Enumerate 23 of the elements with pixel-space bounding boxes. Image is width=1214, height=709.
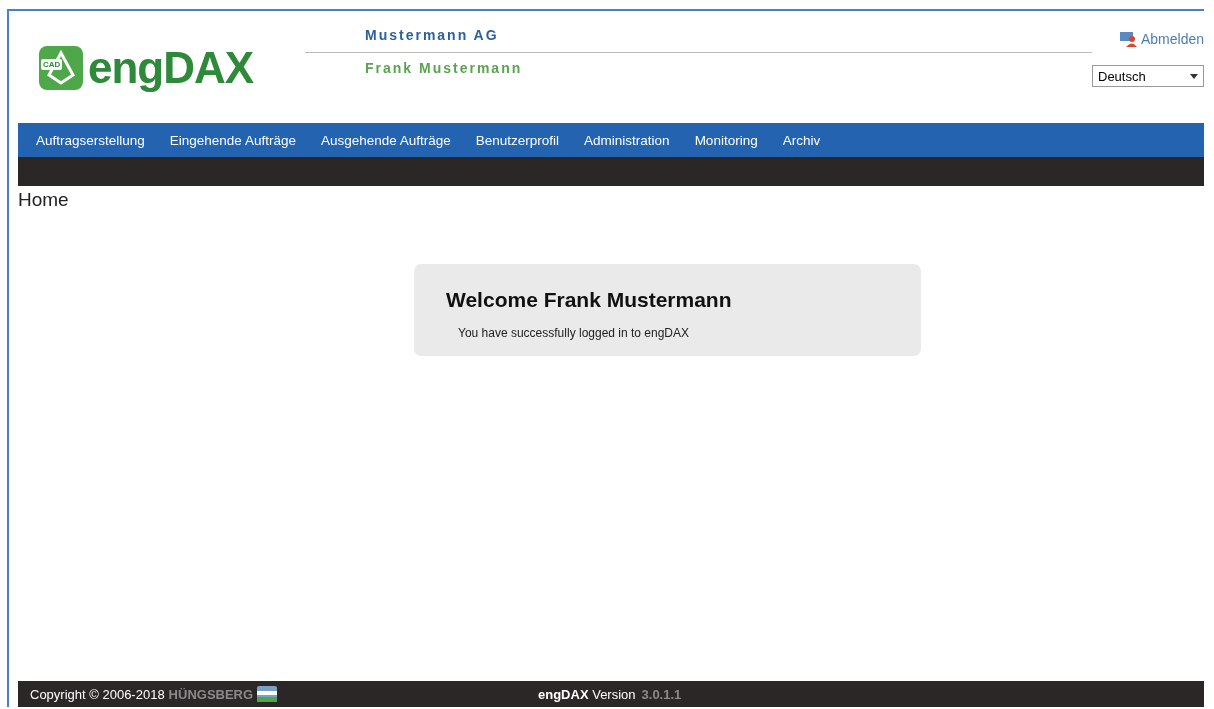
nav-item[interactable]: Archiv [782,132,821,148]
flag-icon [257,686,278,702]
version-label: engDAX Version [538,686,636,702]
welcome-title: Welcome Frank Mustermann [446,288,733,312]
nav-item[interactable]: Benutzerprofil [475,132,560,148]
nav-item[interactable]: Administration [584,132,670,148]
nav-item[interactable]: Auftragserstellung [36,132,145,148]
logo-badge: CAD [41,59,63,70]
copyright-text: Copyright © 2006-2018 [30,686,165,702]
logo-icon [38,45,84,91]
logout-link[interactable]: Abmelden [1118,31,1204,47]
version-number: 3.0.1.1 [641,686,682,702]
company-name: Mustermann AG [365,27,500,45]
logout-icon [1118,31,1137,47]
nav-item[interactable]: Monitoring [694,132,758,148]
language-select[interactable]: Deutsch [1092,65,1204,87]
nav-item[interactable]: Eingehende Aufträge [169,132,296,148]
page-title: Home [18,189,70,211]
logo-text: engDAX [88,43,254,93]
welcome-message: You have successfully logged in to engDAX [458,326,691,340]
nav-item[interactable]: Ausgehende Aufträge [320,132,451,148]
brand-name: HÜNGSBERG [168,686,254,702]
user-name: Frank Mustermann [365,60,524,76]
